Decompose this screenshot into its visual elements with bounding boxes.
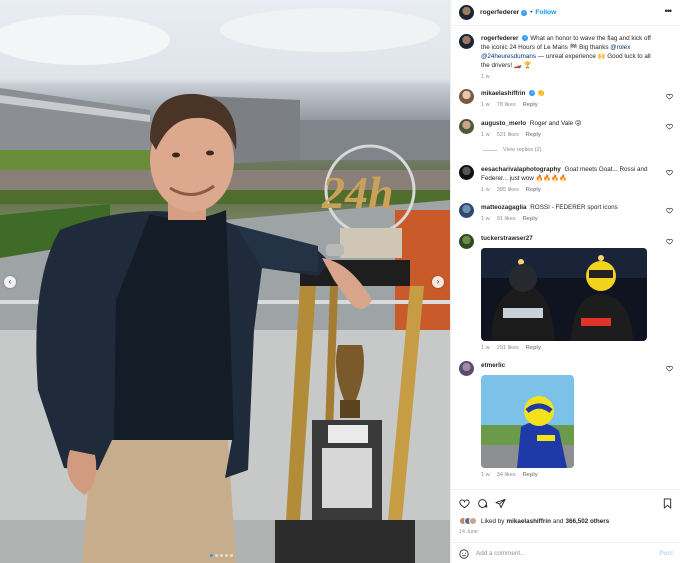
reply-button[interactable]: Reply [526, 187, 541, 193]
share-icon[interactable] [495, 498, 506, 509]
comment-username[interactable]: mikaelashiffrin [481, 90, 525, 97]
verified-icon: ✓ [522, 35, 529, 42]
author-username[interactable]: rogerfederer [480, 9, 519, 16]
comment-item: augusto_merlo Roger and Vale 😝 1 w 521 li… [459, 119, 673, 153]
caption-username[interactable]: rogerfederer [481, 35, 518, 42]
verified-icon: ✓ [529, 90, 536, 97]
comment-time: 1 w [481, 345, 490, 351]
add-comment-bar: Add a comment... Post [451, 542, 680, 563]
photo-illustration: 24h [0, 8, 450, 563]
comment-likes[interactable]: 78 likes [497, 102, 516, 108]
post-comment-button[interactable]: Post [659, 550, 673, 557]
reply-button[interactable]: Reply [526, 132, 541, 138]
comments-list: rogerfederer ✓ What an honor to wave the … [451, 27, 680, 489]
post-photo: 24h ‹ › [0, 0, 450, 563]
comment-likes[interactable]: 385 likes [497, 187, 519, 193]
more-icon[interactable]: ••• [665, 6, 673, 16]
chevron-right-icon[interactable]: › [432, 276, 444, 288]
comment-likes[interactable]: 521 likes [497, 132, 519, 138]
comment-text: ROSSI - FEDERER sport icons [530, 204, 618, 211]
avatar[interactable] [459, 5, 474, 20]
avatar[interactable] [459, 119, 474, 134]
comment-time: 1 w [481, 187, 490, 193]
verified-icon: ✓ [521, 9, 528, 16]
header-separator: • [530, 9, 533, 16]
comment-item: tuckerstrawser27 1 w 291 likes Reply [459, 234, 673, 353]
comment-time: 1 w [481, 472, 490, 478]
post-side-panel: rogerfederer ✓ • Follow ••• rogerfederer… [450, 0, 680, 563]
comment-likes[interactable]: 34 likes [497, 472, 516, 478]
comment-time: 1 w [481, 102, 490, 108]
view-replies-label: View replies (2) [503, 147, 542, 153]
liked-by-prefix: Liked by [481, 517, 505, 525]
comment-icon[interactable] [477, 498, 488, 509]
heart-icon[interactable] [666, 93, 673, 100]
heart-icon[interactable] [459, 498, 470, 509]
chevron-left-icon[interactable]: ‹ [4, 276, 16, 288]
comment-text: 👏 [537, 90, 546, 97]
comment-image[interactable] [481, 375, 574, 468]
carousel-dots [210, 554, 233, 557]
comment-likes[interactable]: 91 likes [497, 216, 516, 222]
reply-button[interactable]: Reply [523, 216, 538, 222]
likes-summary: Liked by mikaelashiffrin and 366,502 oth… [459, 517, 609, 525]
liked-by-user[interactable]: mikaelashiffrin [506, 518, 550, 525]
comment-username[interactable]: tuckerstrawser27 [481, 235, 533, 242]
avatar[interactable] [459, 165, 474, 180]
avatar[interactable] [459, 234, 474, 249]
liked-by-count[interactable]: 366,502 others [565, 518, 609, 525]
heart-icon[interactable] [666, 365, 673, 372]
mention-rolex[interactable]: @rolex [610, 44, 630, 51]
caption: rogerfederer ✓ What an honor to wave the … [459, 34, 673, 82]
comment-item: eesacharivalaphotography Goat meets Goat… [459, 165, 673, 195]
emoji-icon[interactable] [459, 548, 469, 559]
add-comment-input[interactable]: Add a comment... [476, 550, 659, 557]
avatar[interactable] [459, 34, 474, 49]
avatar[interactable] [459, 89, 474, 104]
comment-time: 1 w [481, 132, 490, 138]
avatar[interactable] [459, 203, 474, 218]
reply-button[interactable]: Reply [523, 102, 538, 108]
bookmark-icon[interactable] [662, 498, 673, 509]
mention-24heuresdumans[interactable]: @24heuresdumans [481, 53, 536, 60]
follow-button[interactable]: Follow [535, 9, 556, 16]
trophy-24h-text: 24h [321, 167, 394, 218]
comment-username[interactable]: eesacharivalaphotography [481, 166, 561, 173]
comment-item: matteozagaglia ROSSI - FEDERER sport ico… [459, 203, 673, 224]
view-replies-button[interactable]: View replies (2) [483, 147, 673, 153]
comment-text: Roger and Vale 😝 [529, 120, 582, 127]
avatar[interactable] [459, 361, 474, 376]
avatar [469, 517, 477, 525]
post-date: 14 June [459, 529, 478, 535]
heart-icon[interactable] [666, 169, 673, 176]
comment-item: etmerlic 1 w 34 likes Reply [459, 361, 673, 480]
reply-button[interactable]: Reply [526, 345, 541, 351]
heart-icon[interactable] [666, 238, 673, 245]
comment-likes[interactable]: 291 likes [497, 345, 519, 351]
post-actions: Liked by mikaelashiffrin and 366,502 oth… [451, 489, 680, 563]
reply-button[interactable]: Reply [523, 472, 538, 478]
post-header: rogerfederer ✓ • Follow ••• [451, 0, 680, 26]
comment-username[interactable]: matteozagaglia [481, 204, 527, 211]
caption-time: 1 w [481, 74, 490, 80]
liked-by-and: and [552, 517, 564, 525]
comment-username[interactable]: augusto_merlo [481, 120, 526, 127]
comment-username[interactable]: etmerlic [481, 362, 505, 369]
heart-icon[interactable] [666, 207, 673, 214]
comment-image[interactable] [481, 248, 647, 341]
heart-icon[interactable] [666, 123, 673, 130]
comment-item: mikaelashiffrin ✓ 👏 1 w 78 likes Reply [459, 89, 673, 110]
comment-time: 1 w [481, 216, 490, 222]
